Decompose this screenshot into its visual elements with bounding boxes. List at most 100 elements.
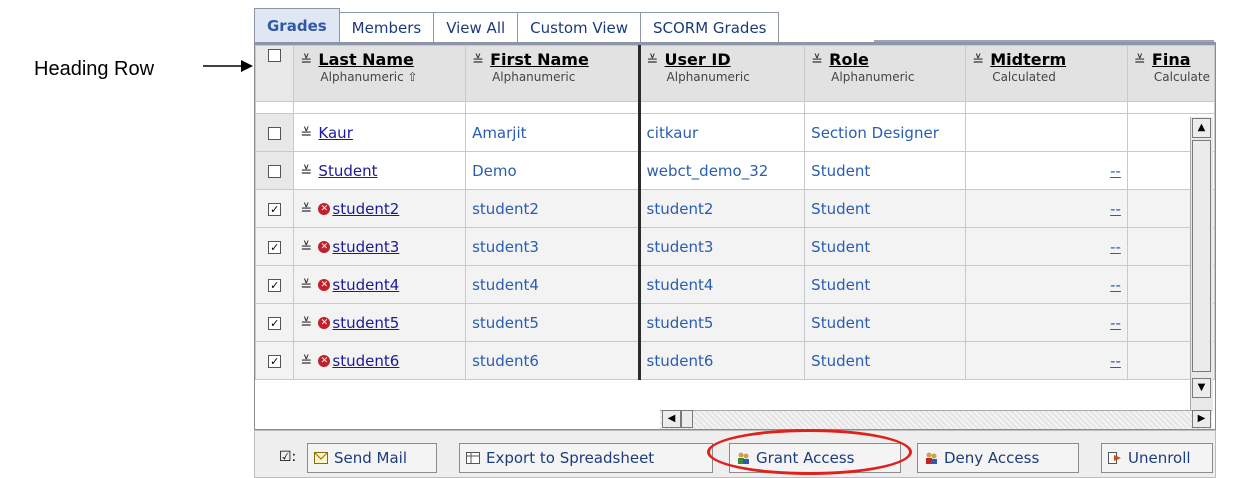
midterm-value-link[interactable]: -- (1110, 276, 1121, 294)
col-first-name[interactable]: ≚ First Name Alphanumeric (465, 45, 640, 102)
last-name-cell: ≚ ✕ student5 (293, 303, 467, 342)
last-name-link[interactable]: student2 (332, 200, 399, 218)
col-title[interactable]: Fina (1152, 50, 1191, 69)
last-name-cell: ≚ ✕ student3 (293, 227, 467, 266)
tab-view-all[interactable]: View All (433, 12, 519, 42)
col-midterm[interactable]: ≚ Midterm Calculated (965, 45, 1128, 102)
unenroll-icon (1108, 445, 1122, 464)
envelope-icon (314, 445, 328, 464)
row-checkbox[interactable]: ✓ (268, 316, 282, 330)
row-menu-icon[interactable]: ≚ (300, 278, 314, 294)
col-type: Alphanumeric (666, 70, 750, 84)
error-icon: ✕ (318, 355, 331, 367)
last-name-cell: ≚ ✕ student4 (293, 265, 467, 304)
column-menu-icon[interactable]: ≚ (1134, 53, 1148, 69)
last-name-link[interactable]: student6 (332, 352, 399, 370)
user-id-cell: student4 (637, 265, 806, 304)
row-checkbox[interactable]: ✓ (268, 354, 282, 368)
row-checkbox[interactable] (268, 126, 282, 140)
deny-access-label: Deny Access (944, 449, 1040, 467)
table-row: ✓ ≚ ✕ student3 student3 student3 Student -- (255, 227, 1215, 266)
horizontal-scrollbar[interactable] (660, 410, 1212, 429)
col-role[interactable]: ≚ Role Alphanumeric (804, 45, 967, 102)
heading-row: ≚ Last Name Alphanumeric ⇧ ≚ First Name Alph… (255, 45, 1215, 102)
grade-book-grid: ≚ Last Name Alphanumeric ⇧ ≚ First Name Alph… (254, 42, 1216, 430)
vertical-scroll-thumb[interactable] (1192, 140, 1211, 372)
table-row: ≚ Kaur Amarjit citkaur Section Designer (255, 113, 1215, 152)
last-name-link[interactable]: student3 (332, 238, 399, 256)
table-row: ✓ ≚ ✕ student2 student2 student2 Student -- (255, 189, 1215, 228)
row-checkbox-cell: ✓ (255, 265, 295, 304)
row-checkbox[interactable]: ✓ (268, 278, 282, 292)
col-title[interactable]: User ID (665, 50, 731, 69)
col-user-id[interactable]: ≚ User ID Alphanumeric (637, 45, 806, 102)
heading-row-annotation: Heading Row (34, 58, 155, 80)
user-id-cell: student5 (637, 303, 806, 342)
deny-access-button[interactable]: Deny Access (917, 443, 1079, 473)
role-cell: Student (804, 189, 967, 228)
col-title[interactable]: Role (829, 50, 869, 69)
send-mail-button[interactable]: Send Mail (307, 443, 437, 473)
midterm-cell: -- (965, 151, 1128, 190)
tab-members[interactable]: Members (338, 12, 435, 42)
midterm-value-link[interactable]: -- (1110, 200, 1121, 218)
table-row: ✓ ≚ ✕ student6 student6 student6 Student -- (255, 341, 1215, 380)
column-menu-icon[interactable]: ≚ (972, 53, 986, 69)
row-checkbox[interactable]: ✓ (268, 240, 282, 254)
col-last-name[interactable]: ≚ Last Name Alphanumeric ⇧ (293, 45, 467, 102)
row-menu-icon[interactable]: ≚ (300, 164, 314, 180)
select-all-checkbox[interactable] (268, 49, 282, 62)
role-cell: Student (804, 341, 967, 380)
row-checkbox[interactable]: ✓ (268, 202, 282, 216)
row-menu-icon[interactable]: ≚ (300, 240, 314, 256)
column-menu-icon[interactable]: ≚ (647, 53, 661, 69)
col-title[interactable]: Last Name (318, 50, 413, 69)
row-menu-icon[interactable]: ≚ (300, 126, 314, 142)
scroll-left-icon[interactable]: ◀ (662, 410, 681, 428)
tab-custom-view[interactable]: Custom View (517, 12, 641, 42)
first-name-cell: student5 (465, 303, 640, 342)
grant-access-label: Grant Access (756, 449, 855, 467)
unenroll-button[interactable]: Unenroll (1101, 443, 1213, 473)
row-menu-icon[interactable]: ≚ (300, 202, 314, 218)
tab-scorm-grades[interactable]: SCORM Grades (640, 12, 780, 42)
column-menu-icon[interactable]: ≚ (811, 53, 825, 69)
row-menu-icon[interactable]: ≚ (300, 316, 314, 332)
midterm-value-link[interactable]: -- (1110, 238, 1121, 256)
column-menu-icon[interactable]: ≚ (300, 53, 314, 69)
grade-table: ≚ Last Name Alphanumeric ⇧ ≚ First Name Alph… (255, 45, 1215, 380)
scroll-up-icon[interactable]: ▲ (1192, 118, 1211, 138)
col-type: Alphanumeric (831, 70, 915, 84)
role-cell: Student (804, 151, 967, 190)
last-name-link[interactable]: student5 (332, 314, 399, 332)
last-name-link[interactable]: Kaur (318, 124, 352, 142)
midterm-cell: -- (965, 341, 1128, 380)
scroll-right-icon[interactable]: ▶ (1192, 410, 1211, 428)
last-name-cell: ≚ ✕ student6 (293, 341, 467, 380)
select-all-cell (255, 45, 295, 102)
scroll-down-icon[interactable]: ▼ (1192, 378, 1211, 398)
midterm-value-link[interactable]: -- (1110, 352, 1121, 370)
last-name-link[interactable]: student4 (332, 276, 399, 294)
tab-grades[interactable]: Grades (254, 8, 340, 42)
export-spreadsheet-button[interactable]: Export to Spreadsheet (459, 443, 713, 473)
col-final[interactable]: ≚ Fina Calculate (1126, 45, 1215, 102)
row-checkbox[interactable] (268, 164, 282, 178)
user-id-cell: citkaur (637, 113, 806, 152)
annotation-arrow-icon (203, 60, 253, 72)
col-title[interactable]: Midterm (990, 50, 1066, 69)
last-name-cell: ≚ Student (293, 151, 467, 190)
midterm-cell (965, 113, 1128, 152)
export-label: Export to Spreadsheet (486, 449, 655, 467)
midterm-value-link[interactable]: -- (1110, 314, 1121, 332)
column-menu-icon[interactable]: ≚ (472, 53, 486, 69)
col-title[interactable]: First Name (490, 50, 589, 69)
horizontal-scroll-thumb[interactable] (681, 410, 693, 428)
grant-access-button[interactable]: Grant Access (729, 443, 901, 473)
first-name-cell: Demo (465, 151, 640, 190)
row-menu-icon[interactable]: ≚ (300, 354, 314, 370)
midterm-value-link[interactable]: -- (1110, 162, 1121, 180)
first-name-cell: student4 (465, 265, 640, 304)
last-name-link[interactable]: Student (318, 162, 377, 180)
col-type: Alphanumeric ⇧ (320, 70, 418, 84)
